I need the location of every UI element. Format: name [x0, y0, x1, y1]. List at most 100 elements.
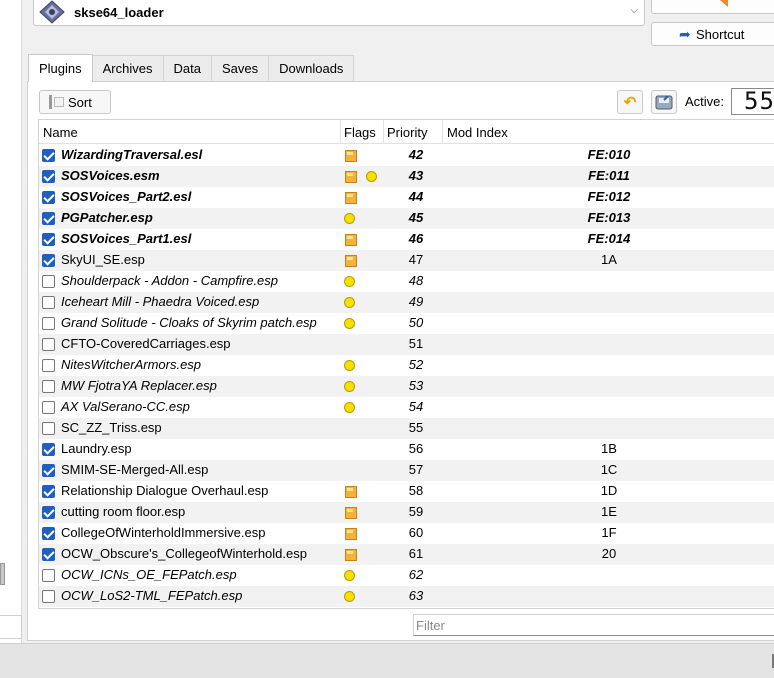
light-plugin-flag-icon: [344, 360, 355, 371]
column-divider[interactable]: [383, 120, 384, 144]
plugin-checkbox[interactable]: [42, 275, 55, 288]
table-row[interactable]: SOSVoices_Part1.esl 46 FE:014: [39, 229, 774, 250]
save-icon: [655, 95, 673, 110]
light-plugin-flag-icon: [344, 402, 355, 413]
plugin-priority: 52: [408, 357, 424, 372]
shortcut-button[interactable]: ➦ Shortcut: [651, 22, 774, 46]
tab-plugins[interactable]: Plugins: [28, 54, 93, 82]
plugin-checkbox[interactable]: [42, 527, 55, 540]
plugin-checkbox[interactable]: [42, 590, 55, 603]
plugin-checkbox[interactable]: [42, 506, 55, 519]
plugin-checkbox[interactable]: [42, 548, 55, 561]
table-row[interactable]: Laundry.esp 56 1B: [39, 439, 774, 460]
light-plugin-flag-icon: [344, 318, 355, 329]
light-plugin-flag-icon: [366, 171, 377, 182]
table-row[interactable]: OCW_LoS2-TML_FEPatch.esp 63: [39, 586, 774, 607]
plugin-checkbox[interactable]: [42, 443, 55, 456]
plugin-checkbox[interactable]: [42, 401, 55, 414]
plugin-priority: 58: [408, 483, 424, 498]
plugin-priority: 56: [408, 441, 424, 456]
plugin-checkbox[interactable]: [42, 317, 55, 330]
plugin-name: cutting room floor.esp: [61, 504, 186, 519]
table-row[interactable]: CFTO-CoveredCarriages.esp 51: [39, 334, 774, 355]
left-filter-input[interactable]: [0, 615, 22, 639]
table-row[interactable]: SOSVoices_Part2.esl 44 FE:012: [39, 187, 774, 208]
light-plugin-flag-icon: [344, 570, 355, 581]
column-name[interactable]: Name: [43, 125, 78, 140]
plugin-checkbox[interactable]: [42, 485, 55, 498]
table-row[interactable]: Shoulderpack - Addon - Campfire.esp 48: [39, 271, 774, 292]
archive-flag-icon: [344, 233, 356, 245]
archive-flag-icon: [344, 170, 356, 182]
save-button[interactable]: [651, 90, 677, 114]
tab-bar: Plugins Archives Data Saves Downloads: [28, 54, 355, 82]
plugin-checkbox[interactable]: [42, 359, 55, 372]
table-row[interactable]: OCW_ICNs_OE_FEPatch.esp 62: [39, 565, 774, 586]
table-row[interactable]: Iceheart Mill - Phaedra Voiced.esp 49: [39, 292, 774, 313]
table-row[interactable]: NitesWitcherArmors.esp 52: [39, 355, 774, 376]
table-row[interactable]: SOSVoices.esm 43 FE:011: [39, 166, 774, 187]
column-flags[interactable]: Flags: [344, 125, 376, 140]
plugin-mod-index: 20: [601, 546, 617, 561]
column-divider[interactable]: [340, 120, 341, 144]
plugin-checkbox[interactable]: [42, 422, 55, 435]
plugin-checkbox[interactable]: [42, 569, 55, 582]
column-priority[interactable]: Priority: [387, 125, 427, 140]
filter-input[interactable]: Filter: [413, 614, 774, 636]
plugin-mod-index: FE:014: [587, 231, 631, 246]
table-row[interactable]: Relationship Dialogue Overhaul.esp 58 1D: [39, 481, 774, 502]
plugin-checkbox[interactable]: [42, 464, 55, 477]
plugin-checkbox[interactable]: [42, 212, 55, 225]
plugin-checkbox[interactable]: [42, 296, 55, 309]
plugin-checkbox[interactable]: [42, 149, 55, 162]
plugin-priority: 43: [408, 168, 424, 183]
table-row[interactable]: SkyUI_SE.esp 47 1A: [39, 250, 774, 271]
plugin-checkbox[interactable]: [42, 191, 55, 204]
plugin-priority: 49: [408, 294, 424, 309]
shortcut-arrow-icon: ➦: [679, 26, 691, 42]
left-scrollbar-thumb[interactable]: [0, 563, 5, 585]
sort-button[interactable]: Sort: [39, 90, 111, 114]
plugin-name: Shoulderpack - Addon - Campfire.esp: [61, 273, 279, 288]
plugin-name: NitesWitcherArmors.esp: [61, 357, 202, 372]
chevron-down-icon[interactable]: ⌵: [630, 5, 638, 16]
archive-flag-icon: [344, 149, 356, 161]
column-divider[interactable]: [442, 120, 443, 144]
plugin-name: OCW_Obscure's_CollegeofWinterhold.esp: [61, 546, 307, 561]
plugin-checkbox[interactable]: [42, 338, 55, 351]
tab-saves[interactable]: Saves: [210, 55, 270, 81]
archive-flag-icon: [344, 527, 356, 539]
undo-button[interactable]: ↶: [617, 90, 643, 114]
plugin-mod-index: 1E: [601, 504, 617, 519]
table-row[interactable]: SC_ZZ_Triss.esp 55: [39, 418, 774, 439]
table-row[interactable]: OCW_Obscure's_CollegeofWinterhold.esp 61 2…: [39, 544, 774, 565]
table-row[interactable]: WizardingTraversal.esl 42 FE:010: [39, 145, 774, 166]
table-row[interactable]: Grand Solitude - Cloaks of Skyrim patch.…: [39, 313, 774, 334]
table-row[interactable]: SMIM-SE-Merged-All.esp 57 1C: [39, 460, 774, 481]
run-button[interactable]: [651, 0, 774, 14]
table-row[interactable]: CollegeOfWinterholdImmersive.esp 60 1F: [39, 523, 774, 544]
plugin-name: OCW_ICNs_OE_FEPatch.esp: [61, 567, 237, 582]
column-mod-index[interactable]: Mod Index: [447, 125, 508, 140]
table-row[interactable]: PGPatcher.esp 45 FE:013: [39, 208, 774, 229]
plugin-priority: 45: [408, 210, 424, 225]
plugin-priority: 50: [408, 315, 424, 330]
plugin-mod-index: 1B: [601, 441, 617, 456]
executable-select[interactable]: skse64_loader ⌵: [33, 0, 645, 26]
plugin-name: SOSVoices_Part1.esl: [61, 231, 192, 246]
tab-downloads[interactable]: Downloads: [268, 55, 355, 81]
plugin-checkbox[interactable]: [42, 380, 55, 393]
table-row[interactable]: cutting room floor.esp 59 1E: [39, 502, 774, 523]
plugin-checkbox[interactable]: [42, 254, 55, 267]
table-row[interactable]: AX ValSerano-CC.esp 54: [39, 397, 774, 418]
table-row[interactable]: MW FjotraYA Replacer.esp 53: [39, 376, 774, 397]
tab-archives[interactable]: Archives: [91, 55, 164, 81]
plugin-priority: 47: [408, 252, 424, 267]
plugin-checkbox[interactable]: [42, 233, 55, 246]
tab-data[interactable]: Data: [162, 55, 212, 81]
plugin-name: SMIM-SE-Merged-All.esp: [61, 462, 209, 477]
plugin-mod-index: 1A: [601, 252, 617, 267]
status-bar: [0, 643, 774, 678]
plugin-checkbox[interactable]: [42, 170, 55, 183]
table-header: Name Flags ⌃ Priority Mod Index: [39, 120, 774, 144]
